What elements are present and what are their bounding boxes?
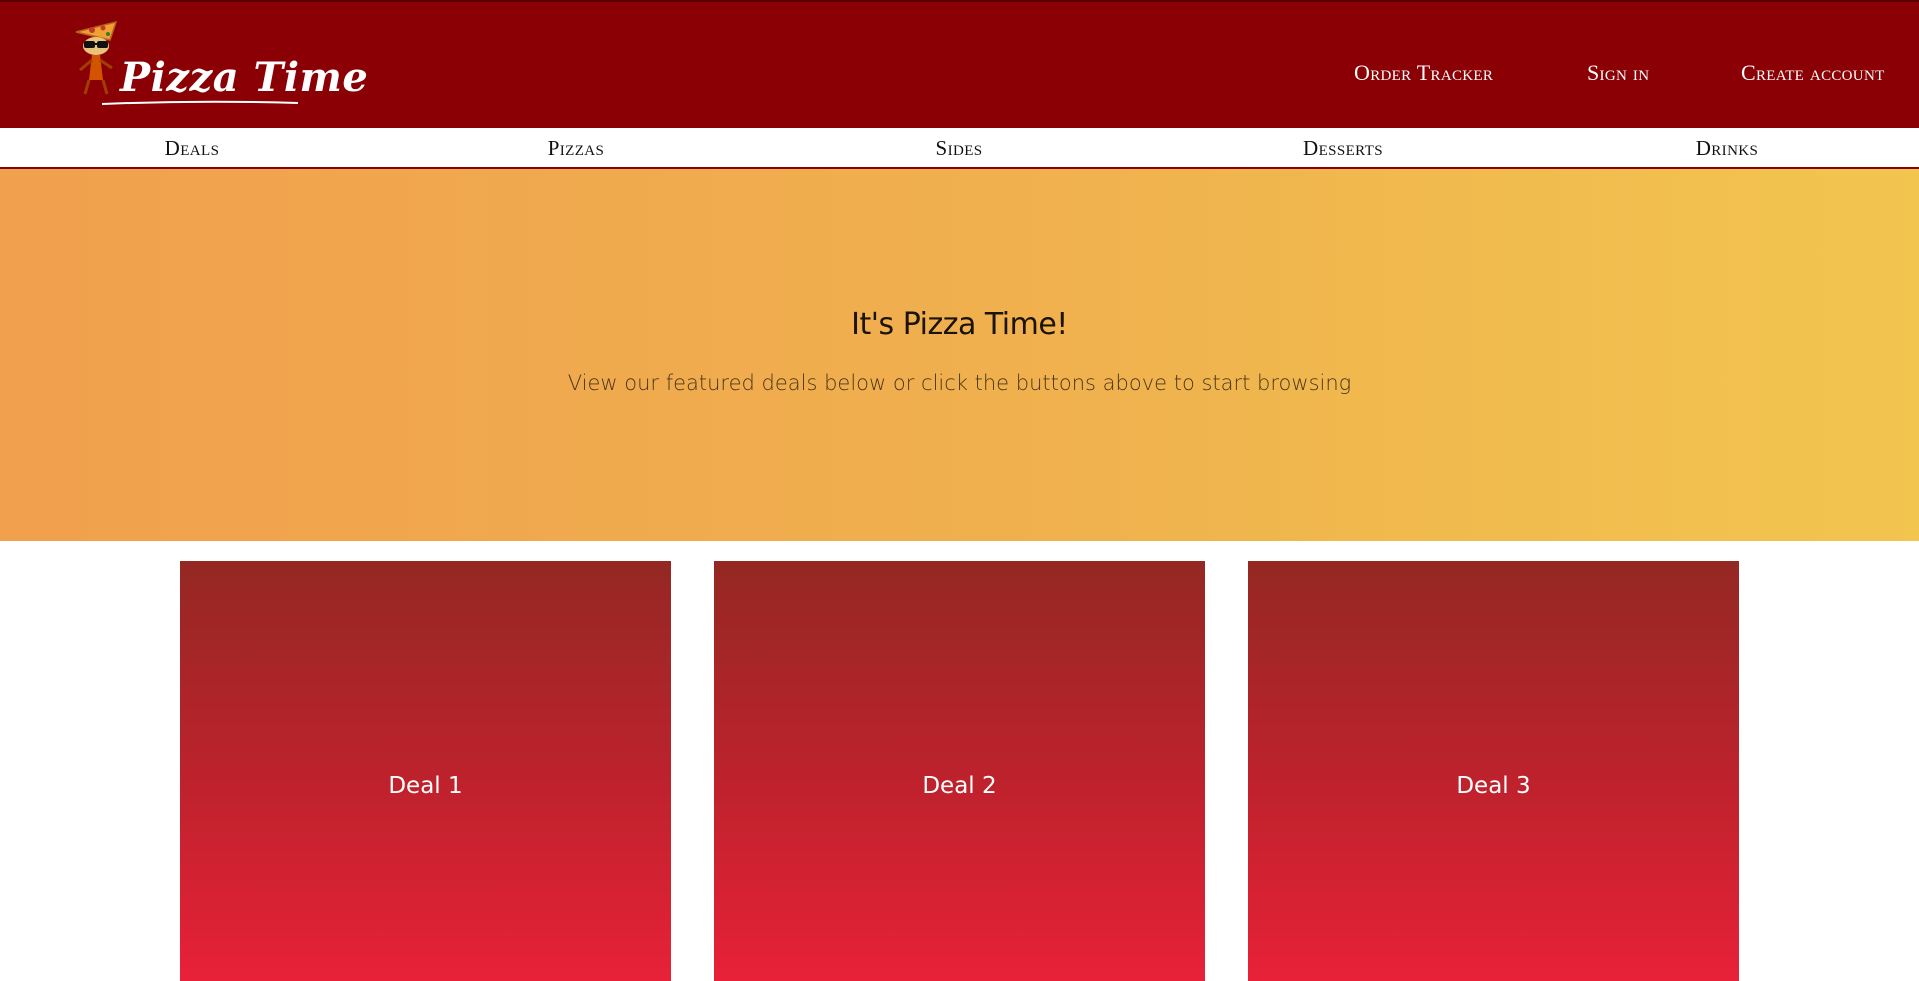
home-logo-link[interactable]: Pizza Time	[70, 18, 368, 108]
nav-item-deals[interactable]: Deals	[0, 136, 384, 161]
nav-item-desserts[interactable]: Desserts	[1151, 136, 1535, 161]
deal-card-2[interactable]: Deal 2	[714, 561, 1205, 981]
deal-card-label: Deal 2	[922, 773, 997, 799]
nav-item-sides[interactable]: Sides	[767, 136, 1151, 161]
order-tracker-link[interactable]: Order Tracker	[1354, 60, 1493, 86]
nav-item-pizzas[interactable]: Pizzas	[384, 136, 768, 161]
deal-card-label: Deal 1	[388, 773, 463, 799]
nav-item-drinks[interactable]: Drinks	[1535, 136, 1919, 161]
deal-card-3[interactable]: Deal 3	[1248, 561, 1739, 981]
deal-card-label: Deal 3	[1456, 773, 1531, 799]
logo-text: Pizza Time	[120, 54, 369, 101]
hero-banner: It's Pizza Time! View our featured deals…	[0, 169, 1919, 541]
logo-underline	[101, 100, 299, 105]
deal-card-1[interactable]: Deal 1	[180, 561, 671, 981]
category-nav: Deals Pizzas Sides Desserts Drinks	[0, 128, 1919, 169]
create-account-link[interactable]: Create account	[1741, 60, 1885, 86]
hero-subtitle: View our featured deals below or click t…	[567, 371, 1352, 395]
site-header: Pizza Time Order Tracker Sign in Create …	[0, 0, 1919, 128]
sign-in-link[interactable]: Sign in	[1587, 60, 1649, 86]
hero-title: It's Pizza Time!	[851, 307, 1068, 342]
